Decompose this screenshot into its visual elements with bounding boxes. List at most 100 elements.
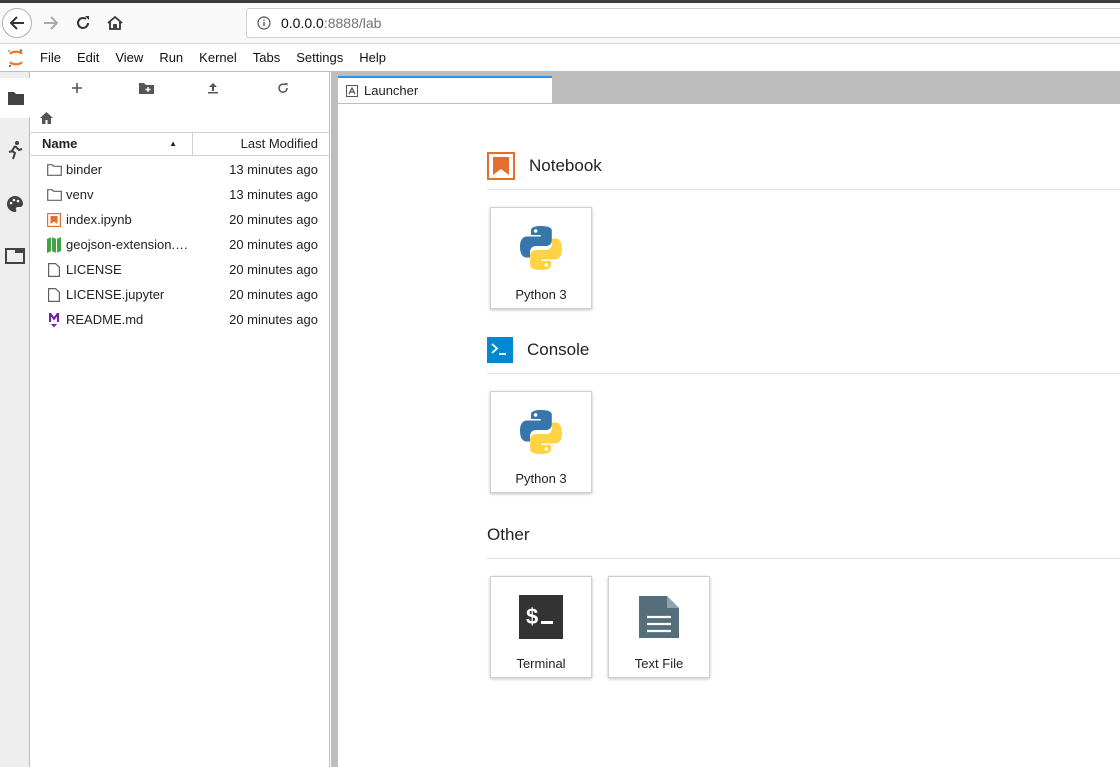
launcher-icon — [346, 84, 358, 97]
tab-launcher[interactable]: Launcher — [338, 76, 552, 103]
card-label: Python 3 — [515, 471, 567, 486]
name-column-header[interactable]: Name ▲ — [30, 133, 193, 155]
file-list: binder 13 minutes ago venv 13 minutes ag… — [30, 157, 330, 332]
forward-button[interactable] — [36, 8, 66, 38]
file-modified: 20 minutes ago — [229, 212, 318, 227]
menu-tabs[interactable]: Tabs — [245, 44, 288, 72]
reload-button[interactable] — [68, 8, 98, 38]
section-divider — [487, 373, 1120, 374]
file-modified: 20 minutes ago — [229, 237, 318, 252]
file-name: geojson-extension.… — [66, 237, 189, 252]
notebook-python3-card[interactable]: Python 3 — [490, 207, 592, 309]
folder-icon — [44, 162, 64, 178]
plus-icon — [72, 83, 82, 93]
python-icon — [515, 222, 567, 274]
text-file-card[interactable]: Text File — [608, 576, 710, 678]
tab-icon — [5, 248, 25, 264]
modified-column-header[interactable]: Last Modified — [193, 133, 330, 155]
url-host: 0.0.0.0 — [281, 15, 324, 31]
left-activity-bar — [0, 72, 31, 767]
theme-tab[interactable] — [0, 184, 30, 224]
terminal-icon: $ — [515, 591, 567, 643]
file-modified: 13 minutes ago — [229, 187, 318, 202]
card-label: Python 3 — [515, 287, 567, 302]
section-title: Console — [527, 340, 590, 359]
breadcrumb — [40, 108, 53, 128]
launcher-panel: Notebook Python 3 Console Python 3 Other… — [338, 103, 1120, 767]
svg-text:$: $ — [526, 604, 538, 629]
menu-view[interactable]: View — [107, 44, 151, 72]
upload-icon — [208, 83, 218, 94]
sort-ascending-icon: ▲ — [169, 139, 177, 148]
url-path: :8888/lab — [323, 15, 382, 31]
console-python3-card[interactable]: Python 3 — [490, 391, 592, 493]
file-browser-tab[interactable] — [0, 78, 31, 118]
jupyter-logo-icon — [0, 44, 32, 72]
file-name: LICENSE.jupyter — [66, 287, 165, 302]
menu-help[interactable]: Help — [351, 44, 394, 72]
home-icon[interactable] — [40, 112, 53, 124]
section-divider — [487, 189, 1120, 190]
card-label: Terminal — [516, 656, 566, 671]
python-icon — [515, 406, 567, 458]
new-launcher-button[interactable] — [62, 78, 92, 98]
map-icon — [44, 236, 64, 253]
list-item[interactable]: LICENSE.jupyter 20 minutes ago — [30, 282, 330, 307]
folder-icon — [7, 92, 24, 105]
file-name: README.md — [66, 312, 144, 327]
list-item[interactable]: README.md 20 minutes ago — [30, 307, 330, 332]
new-folder-icon — [138, 83, 154, 94]
browser-toolbar: 0.0.0.0:8888/lab — [0, 0, 1120, 44]
text-file-icon — [633, 591, 685, 643]
card-label: Text File — [634, 656, 684, 671]
panel-splitter[interactable] — [331, 72, 338, 767]
tabs-panel-tab[interactable] — [0, 236, 30, 276]
console-section-header: Console — [487, 335, 589, 365]
terminal-card[interactable]: $ Terminal — [490, 576, 592, 678]
notebook-section-header: Notebook — [487, 151, 602, 181]
menu-settings[interactable]: Settings — [288, 44, 351, 72]
file-modified: 20 minutes ago — [229, 262, 318, 277]
back-button[interactable] — [2, 8, 32, 38]
running-tab[interactable] — [0, 130, 30, 170]
file-browser-toolbar — [30, 72, 330, 104]
tab-label: Launcher — [364, 83, 419, 98]
home-icon — [107, 15, 123, 30]
file-modified: 20 minutes ago — [229, 312, 318, 327]
reload-icon — [77, 16, 89, 29]
upload-button[interactable] — [198, 78, 228, 98]
file-icon — [44, 287, 64, 303]
menu-file[interactable]: File — [32, 44, 69, 72]
file-name: index.ipynb — [66, 212, 132, 227]
file-name: venv — [66, 187, 94, 202]
file-name: LICENSE — [66, 262, 122, 277]
section-title: Notebook — [529, 156, 602, 175]
list-item[interactable]: binder 13 minutes ago — [30, 157, 330, 182]
info-icon — [257, 16, 271, 30]
notebook-icon — [487, 152, 515, 180]
menu-run[interactable]: Run — [151, 44, 191, 72]
refresh-button[interactable] — [268, 78, 298, 98]
file-browser-panel: Name ▲ Last Modified binder 13 minutes a… — [30, 72, 330, 767]
file-icon — [44, 262, 64, 278]
list-item[interactable]: geojson-extension.… 20 minutes ago — [30, 232, 330, 257]
file-modified: 13 minutes ago — [229, 162, 318, 177]
menu-edit[interactable]: Edit — [69, 44, 107, 72]
list-item[interactable]: index.ipynb 20 minutes ago — [30, 207, 330, 232]
list-item[interactable]: LICENSE 20 minutes ago — [30, 257, 330, 282]
section-title: Other — [487, 525, 530, 544]
url-bar[interactable]: 0.0.0.0:8888/lab — [246, 8, 1120, 38]
palette-icon — [7, 196, 23, 212]
notebook-icon — [44, 212, 64, 228]
file-list-header: Name ▲ Last Modified — [30, 132, 330, 156]
list-item[interactable]: venv 13 minutes ago — [30, 182, 330, 207]
back-icon — [9, 16, 24, 30]
file-name: binder — [66, 162, 103, 177]
console-icon — [487, 337, 513, 363]
home-button[interactable] — [100, 8, 130, 38]
menu-kernel[interactable]: Kernel — [191, 44, 245, 72]
name-column-label: Name — [42, 136, 78, 151]
section-divider — [487, 558, 1120, 559]
new-folder-button[interactable] — [131, 78, 161, 98]
running-icon — [8, 141, 23, 160]
